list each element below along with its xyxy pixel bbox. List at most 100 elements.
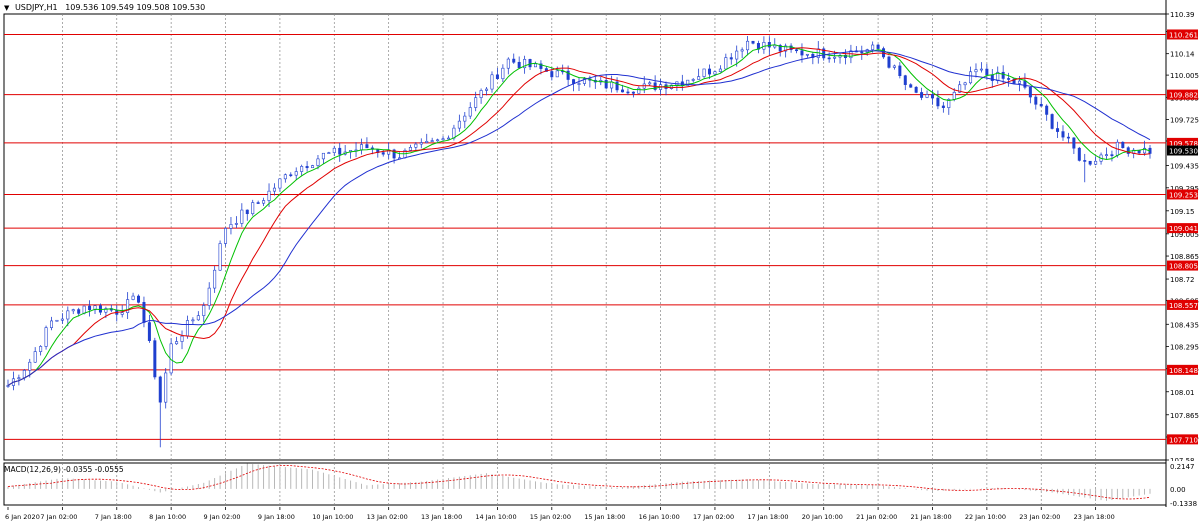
level-badge-label: 109.882 — [1169, 92, 1198, 100]
candle-body — [452, 127, 456, 139]
time-tick-label: 20 Jan 10:00 — [802, 513, 843, 521]
candle-body — [773, 44, 777, 48]
candle-body — [474, 97, 478, 108]
time-tick-label: 10 Jan 10:00 — [312, 513, 353, 521]
candle-body — [191, 319, 195, 322]
time-tick-label: 17 Jan 02:00 — [693, 513, 734, 521]
candle-body — [283, 174, 287, 180]
price-tick-label: 109.435 — [1170, 163, 1199, 171]
candle-body — [969, 71, 973, 84]
candle-body — [713, 71, 717, 75]
candle-body — [207, 287, 211, 306]
candle-body — [430, 140, 434, 142]
candle-body — [278, 178, 282, 189]
collapse-triangle-icon[interactable]: ▼ — [4, 4, 9, 12]
time-tick-label: 9 Jan 02:00 — [204, 513, 241, 521]
candle-body — [501, 67, 505, 80]
candle-body — [33, 351, 37, 363]
time-tick-label: 15 Jan 18:00 — [584, 513, 625, 521]
candle-body — [234, 223, 238, 225]
candle-body — [436, 139, 440, 142]
candle-body — [718, 68, 722, 72]
time-tick-label: 8 Jan 10:00 — [149, 513, 186, 521]
candle-body — [1066, 136, 1070, 139]
candle-body — [708, 68, 712, 75]
candle-body — [218, 243, 222, 271]
candle-body — [71, 309, 75, 312]
candle-body — [457, 120, 461, 129]
price-tick-label: 109.725 — [1170, 117, 1199, 125]
candle-body — [827, 57, 831, 60]
candle-body — [245, 209, 249, 215]
candle-body — [1039, 103, 1043, 107]
price-tick-label: 108.295 — [1170, 344, 1199, 352]
macd-subwindow[interactable]: 0.2147 0.00 -0.1338 — [0, 461, 1200, 507]
candle-body — [697, 76, 701, 80]
chart-window[interactable]: 110.39110.28110.14110.005109.865109.7251… — [0, 0, 1200, 525]
candle-body — [1034, 96, 1038, 105]
candle-body — [88, 305, 92, 311]
candle-body — [555, 70, 559, 78]
candle-body — [131, 295, 135, 300]
symbol-label: USDJPY,H1 — [14, 3, 58, 12]
candle-body — [1121, 141, 1125, 148]
candle-body — [60, 318, 64, 321]
level-badge-label: 108.557 — [1169, 302, 1198, 310]
candle-body — [381, 152, 385, 155]
candle-body — [724, 57, 728, 70]
candle-body — [795, 49, 799, 52]
candle-body — [751, 40, 755, 44]
candle-body — [941, 105, 945, 108]
candle-body — [359, 144, 363, 151]
candle-body — [533, 63, 537, 68]
time-tick-label: 22 Jan 10:00 — [965, 513, 1006, 521]
candle-body — [1083, 160, 1087, 162]
candle-body — [1110, 154, 1114, 156]
candle-body — [871, 44, 875, 50]
candle-body — [272, 187, 276, 192]
candle-body — [213, 269, 217, 289]
candle-body — [1023, 80, 1027, 88]
time-tick-label: 23 Jan 02:00 — [1019, 513, 1060, 521]
candle-body — [17, 377, 21, 380]
time-tick-label: 6 Jan 2020 — [5, 513, 40, 521]
candle-body — [77, 309, 81, 314]
candle-body — [485, 88, 489, 91]
price-tick-label: 110.39 — [1170, 11, 1195, 19]
candle-body — [446, 137, 450, 140]
time-tick-label: 13 Jan 18:00 — [421, 513, 462, 521]
candle-body — [158, 376, 162, 403]
price-chart[interactable]: 110.39110.28110.14110.005109.865109.7251… — [0, 0, 1200, 461]
candle-body — [39, 346, 43, 352]
candle-body — [1001, 71, 1005, 79]
candle-body — [1072, 137, 1076, 149]
candle-body — [365, 144, 369, 149]
candle-body — [66, 310, 70, 320]
candle-body — [468, 107, 472, 117]
macd-label: MACD(12,26,9) -0.0355 -0.0555 — [4, 465, 124, 474]
candle-body — [604, 80, 608, 89]
candle-body — [702, 68, 706, 77]
candle-body — [229, 224, 233, 229]
candle-body — [985, 68, 989, 76]
candle-body — [419, 142, 423, 145]
candle-body — [1077, 147, 1081, 161]
candle-body — [930, 94, 934, 99]
candle-body — [914, 86, 918, 93]
time-tick-label: 7 Jan 18:00 — [95, 513, 132, 521]
candle-body — [550, 71, 554, 78]
candle-body — [256, 202, 260, 204]
candle-body — [979, 68, 983, 71]
candle-body — [610, 81, 614, 89]
candle-body — [1017, 80, 1021, 84]
candle-body — [495, 74, 499, 80]
candle-body — [626, 91, 630, 94]
current-price-label: 109.530 — [1169, 147, 1198, 155]
candle-body — [414, 143, 418, 148]
candle-body — [512, 58, 516, 63]
candle-body — [311, 165, 315, 169]
candle-body — [305, 166, 309, 169]
candle-body — [860, 51, 864, 54]
chart-header: ▼ USDJPY,H1 109.536 109.549 109.508 109.… — [4, 3, 205, 12]
candle-body — [621, 89, 625, 93]
